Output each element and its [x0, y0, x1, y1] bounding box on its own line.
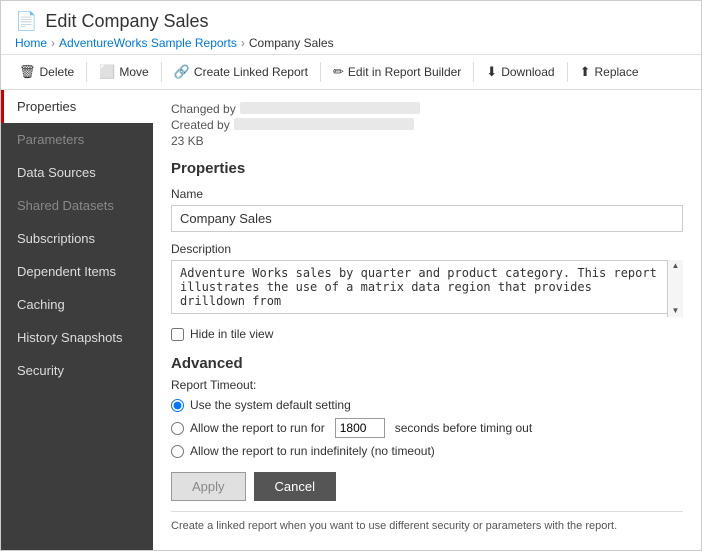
edit-icon: ✏ — [333, 64, 344, 80]
advanced-section-title: Advanced — [171, 355, 683, 372]
download-icon: ⬇ — [486, 64, 497, 80]
name-field[interactable] — [171, 205, 683, 232]
sidebar-item-dependent-items[interactable]: Dependent Items — [1, 255, 153, 288]
button-row: Apply Cancel — [171, 472, 683, 501]
radio-system-row: Use the system default setting — [171, 398, 683, 412]
replace-icon: ⬆ — [580, 64, 591, 80]
description-field[interactable]: Adventure Works sales by quarter and pro… — [171, 260, 683, 314]
name-label: Name — [171, 187, 683, 201]
hide-tile-row: Hide in tile view — [171, 327, 683, 341]
radio-system[interactable] — [171, 399, 184, 412]
sidebar-item-properties[interactable]: Properties — [1, 90, 153, 123]
hide-tile-checkbox[interactable] — [171, 328, 184, 341]
breadcrumb-section[interactable]: AdventureWorks Sample Reports — [59, 36, 237, 50]
properties-section-title: Properties — [171, 160, 683, 177]
radio-indefinite[interactable] — [171, 445, 184, 458]
toolbar-sep1 — [86, 62, 87, 82]
changed-by-row: Changed by — [171, 102, 683, 116]
edit-builder-button[interactable]: ✏ Edit in Report Builder — [323, 59, 471, 85]
breadcrumb: Home › AdventureWorks Sample Reports › C… — [15, 36, 687, 50]
created-by-row: Created by — [171, 118, 683, 132]
toolbar-sep4 — [473, 62, 474, 82]
sidebar: Properties Parameters Data Sources Share… — [1, 90, 153, 550]
toolbar-sep3 — [320, 62, 321, 82]
toolbar: 🗑 Delete ⬜ Move 🔗 Create Linked Report ✏… — [1, 55, 701, 90]
sidebar-item-subscriptions[interactable]: Subscriptions — [1, 222, 153, 255]
move-icon: ⬜ — [99, 64, 115, 80]
cancel-button[interactable]: Cancel — [254, 472, 336, 501]
footer-note: Create a linked report when you want to … — [171, 511, 683, 532]
main-area: Properties Parameters Data Sources Share… — [1, 90, 701, 550]
breadcrumb-sep2: › — [241, 36, 245, 50]
apply-button[interactable]: Apply — [171, 472, 246, 501]
toolbar-sep2 — [161, 62, 162, 82]
sidebar-item-security[interactable]: Security — [1, 354, 153, 387]
meta-info: Changed by Created by 23 KB — [171, 102, 683, 148]
timeout-value-input[interactable] — [335, 418, 385, 438]
delete-icon: 🗑 — [19, 64, 36, 80]
scroll-down-icon[interactable]: ▼ — [672, 307, 680, 315]
radio-custom-row: Allow the report to run for seconds befo… — [171, 418, 683, 438]
sidebar-item-caching[interactable]: Caching — [1, 288, 153, 321]
textarea-scrollbar[interactable]: ▲ ▼ — [667, 260, 683, 317]
sidebar-item-data-sources[interactable]: Data Sources — [1, 156, 153, 189]
header: 📄 Edit Company Sales Home › AdventureWor… — [1, 1, 701, 55]
replace-button[interactable]: ⬆ Replace — [570, 59, 649, 85]
download-button[interactable]: ⬇ Download — [476, 59, 564, 85]
file-size: 23 KB — [171, 134, 683, 148]
delete-button[interactable]: 🗑 Delete — [9, 59, 84, 85]
scroll-up-icon[interactable]: ▲ — [672, 262, 680, 270]
breadcrumb-home[interactable]: Home — [15, 36, 47, 50]
sidebar-item-history-snapshots[interactable]: History Snapshots — [1, 321, 153, 354]
changed-by-value — [240, 102, 420, 114]
radio-custom[interactable] — [171, 422, 184, 435]
timeout-label: Report Timeout: — [171, 378, 683, 392]
sidebar-item-shared-datasets: Shared Datasets — [1, 189, 153, 222]
breadcrumb-sep1: › — [51, 36, 55, 50]
create-linked-button[interactable]: 🔗 Create Linked Report — [164, 59, 318, 85]
description-label: Description — [171, 242, 683, 256]
content-area: Changed by Created by 23 KB Properties N… — [153, 90, 701, 550]
breadcrumb-current: Company Sales — [249, 36, 334, 50]
report-icon: 📄 — [15, 11, 37, 32]
sidebar-item-parameters: Parameters — [1, 123, 153, 156]
page-title: 📄 Edit Company Sales — [15, 11, 687, 32]
toolbar-sep5 — [567, 62, 568, 82]
link-icon: 🔗 — [174, 64, 190, 80]
move-button[interactable]: ⬜ Move — [89, 59, 159, 85]
description-wrapper: Adventure Works sales by quarter and pro… — [171, 260, 683, 317]
created-by-value — [234, 118, 414, 130]
radio-indefinite-row: Allow the report to run indefinitely (no… — [171, 444, 683, 458]
